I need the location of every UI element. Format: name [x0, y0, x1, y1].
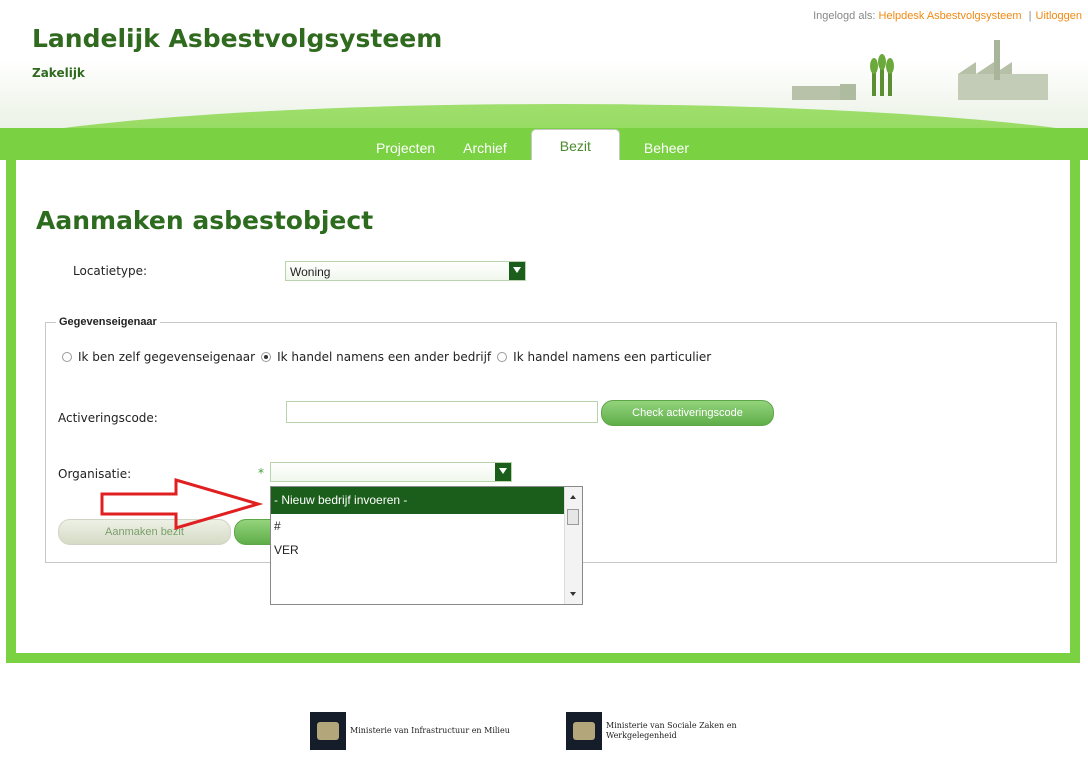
dropdown-option[interactable]: VER — [271, 538, 582, 562]
chevron-down-icon[interactable] — [495, 463, 511, 481]
crest-icon — [566, 712, 602, 750]
chevron-down-icon[interactable] — [509, 262, 525, 280]
ministry-szw-text: Ministerie van Sociale Zaken en Werkgele… — [606, 721, 737, 741]
dropdown-option[interactable]: # — [271, 514, 582, 538]
ministry-logo-ienm: Ministerie van Infrastructuur en Milieu — [310, 712, 510, 750]
red-arrow-annotation — [100, 477, 264, 531]
user-link[interactable]: Helpdesk Asbestvolgsysteem — [879, 10, 1022, 22]
location-type-select[interactable]: Woning — [285, 261, 526, 281]
data-owner-radios: Ik ben zelf gegevenseigenaar Ik handel n… — [62, 350, 717, 364]
userbar-separator: | — [1028, 10, 1032, 22]
app-title: Landelijk Asbestvolgsysteem — [32, 24, 443, 53]
app-subtitle: Zakelijk — [32, 66, 85, 80]
dropdown-scrollbar[interactable] — [564, 487, 582, 604]
tab-projecten[interactable]: Projecten — [362, 134, 449, 162]
tab-beheer[interactable]: Beheer — [630, 134, 703, 162]
user-bar: Ingelogd als: Helpdesk Asbestvolgsysteem… — [813, 10, 1082, 22]
ministry-logo-szw: Ministerie van Sociale Zaken en Werkgele… — [566, 712, 737, 750]
crest-icon — [310, 712, 346, 750]
logout-link[interactable]: Uitloggen — [1036, 10, 1082, 22]
radio-other-company-label: Ik handel namens een ander bedrijf — [277, 350, 492, 364]
radio-self-owner[interactable] — [62, 352, 72, 362]
organisation-dropdown-list: - Nieuw bedrijf invoeren - # VER — [270, 486, 583, 605]
scrollbar-thumb[interactable] — [567, 509, 579, 525]
organisation-select[interactable] — [270, 462, 512, 482]
activation-code-label: Activeringscode: — [58, 411, 158, 425]
radio-private-person[interactable] — [497, 352, 508, 362]
location-type-label: Locatietype: — [73, 264, 148, 278]
check-activation-code-button[interactable]: Check activeringscode — [601, 400, 774, 426]
logged-in-label: Ingelogd als: — [813, 10, 876, 22]
radio-other-company[interactable] — [261, 352, 272, 362]
radio-private-person-label: Ik handel namens een particulier — [513, 350, 712, 364]
ministry-szw-line: Ministerie van Sociale Zaken en — [606, 721, 737, 730]
ministry-szw-line: Werkgelegenheid — [606, 731, 677, 740]
scroll-up-icon[interactable] — [570, 495, 576, 499]
scroll-down-icon[interactable] — [570, 592, 576, 596]
tab-archief[interactable]: Archief — [449, 134, 521, 162]
location-type-value: Woning — [290, 265, 331, 279]
main-tabs: Projecten Archief Bezit Beheer — [362, 129, 703, 162]
activation-code-input[interactable] — [286, 401, 598, 423]
dropdown-option[interactable]: - Nieuw bedrijf invoeren - — [271, 487, 582, 514]
ministry-ienm-line: Ministerie van Infrastructuur en Milieu — [350, 726, 510, 735]
factory-scene-illustration — [792, 40, 1048, 100]
ministry-ienm-text: Ministerie van Infrastructuur en Milieu — [350, 726, 510, 736]
radio-self-owner-label: Ik ben zelf gegevenseigenaar — [78, 350, 256, 364]
page-title: Aanmaken asbestobject — [36, 206, 374, 235]
data-owner-legend: Gegevenseigenaar — [56, 316, 160, 328]
tab-bezit[interactable]: Bezit — [530, 129, 620, 162]
